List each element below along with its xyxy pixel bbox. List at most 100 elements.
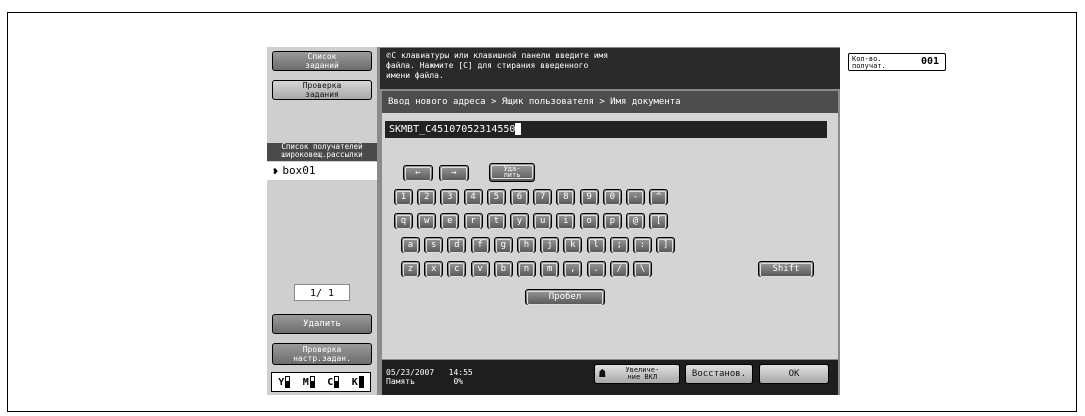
delete-button[interactable]: Удалить	[272, 314, 372, 334]
key-6-row4[interactable]: m	[540, 261, 560, 277]
shift-key[interactable]: Shift	[758, 261, 814, 277]
key-6-row4-label: m	[542, 263, 558, 277]
jobs-list-button[interactable]: Список заданий	[272, 51, 372, 71]
key-7-row3[interactable]: k	[563, 237, 583, 253]
key-9-row3[interactable]: ;	[609, 237, 629, 253]
key-6-row1-label: 7	[535, 191, 551, 205]
key-8-row4[interactable]: .	[586, 261, 606, 277]
key-1-row4-label: x	[426, 263, 442, 277]
key-11-row3[interactable]: ]	[656, 237, 676, 253]
key-3-row2[interactable]: r	[463, 213, 483, 229]
key-2-row1-label: 3	[442, 191, 458, 205]
check-settings-button[interactable]: Проверка настр.задан.	[272, 343, 372, 365]
key-3-row3[interactable]: f	[470, 237, 490, 253]
key-5-row2[interactable]: y	[510, 213, 529, 229]
text-cursor	[515, 123, 522, 135]
key-2-row1[interactable]: 3	[440, 189, 460, 205]
key-5-row3[interactable]: h	[517, 237, 536, 253]
toner-k: K	[352, 376, 364, 388]
key-0-row3-label: a	[403, 239, 418, 253]
key-7-row2[interactable]: i	[556, 213, 576, 229]
key-2-row2[interactable]: e	[440, 213, 460, 229]
key-6-row3[interactable]: j	[540, 237, 560, 253]
key-0-row1[interactable]: 1	[394, 189, 413, 205]
key-6-row2[interactable]: u	[533, 213, 553, 229]
key-10-row4-label: \	[635, 263, 650, 277]
delete-char-key[interactable]: Уда- лить	[489, 163, 535, 182]
key-8-row3[interactable]: l	[586, 237, 606, 253]
key-9-row4[interactable]: /	[609, 261, 629, 277]
key-0-row4[interactable]: z	[401, 261, 420, 277]
shift-key-label: Shift	[760, 263, 812, 277]
key-0-row2[interactable]: q	[394, 213, 413, 229]
key-10-row4[interactable]: \	[633, 261, 652, 277]
space-key-label: Пробел	[527, 291, 603, 305]
key-1-row4[interactable]: x	[424, 261, 444, 277]
key-7-row4[interactable]: ,	[563, 261, 583, 277]
key-4-row4-label: b	[495, 263, 511, 277]
key-3-row3-label: f	[472, 239, 488, 253]
left-sidebar: Список заданий Проверка задания Список п…	[267, 47, 377, 395]
key-3-row4-label: v	[472, 263, 488, 277]
filename-input[interactable]: SKMBT_C45107052314550	[385, 121, 827, 138]
key-7-row4-label: ,	[565, 263, 581, 277]
key-2-row4-label: c	[449, 263, 465, 277]
space-key[interactable]: Пробел	[525, 289, 605, 305]
key-11-row1[interactable]: ^	[649, 189, 669, 205]
key-7-row1[interactable]: 8	[556, 189, 576, 205]
memory-value: 0%	[453, 377, 464, 386]
key-9-row3-label: ;	[611, 239, 627, 253]
key-9-row1[interactable]: 0	[602, 189, 622, 205]
key-1-row2[interactable]: w	[417, 213, 437, 229]
cursor-right-key-label: →	[441, 167, 467, 181]
recipient-box-icon: ❥	[273, 167, 279, 177]
key-3-row1-label: 4	[465, 191, 481, 205]
job-check-button[interactable]: Проверка задания	[272, 80, 372, 100]
key-3-row4[interactable]: v	[470, 261, 490, 277]
key-3-row1[interactable]: 4	[463, 189, 483, 205]
key-10-row2[interactable]: @	[626, 213, 645, 229]
key-9-row2[interactable]: p	[602, 213, 622, 229]
key-10-row3-label: :	[635, 239, 650, 253]
key-6-row1[interactable]: 7	[533, 189, 553, 205]
recipient-list-item[interactable]: ❥ box01	[267, 162, 377, 180]
key-2-row4[interactable]: c	[447, 261, 467, 277]
toner-level-indicator: Y M C K	[271, 372, 371, 392]
key-8-row4-label: .	[588, 263, 604, 277]
key-4-row3[interactable]: g	[493, 237, 513, 253]
recipient-count-value: 001	[920, 56, 939, 67]
key-11-row2[interactable]: [	[649, 213, 669, 229]
key-7-row1-label: 8	[558, 191, 574, 205]
key-4-row2-label: t	[488, 215, 504, 229]
restore-button[interactable]: Восстанов.	[685, 364, 753, 384]
key-1-row3[interactable]: s	[424, 237, 444, 253]
cursor-right-key[interactable]: →	[439, 165, 469, 181]
zoom-button[interactable]: ☗ Увеличе- ние ВКЛ	[594, 364, 680, 384]
key-4-row4[interactable]: b	[493, 261, 513, 277]
status-bar: 05/23/2007 14:55 Память 0% ☗ Увеличе- ние…	[382, 360, 838, 395]
key-0-row3[interactable]: a	[401, 237, 420, 253]
ok-button[interactable]: OK	[759, 364, 829, 384]
key-10-row1[interactable]: -	[626, 189, 645, 205]
key-9-row1-label: 0	[604, 191, 620, 205]
key-10-row3[interactable]: :	[633, 237, 652, 253]
key-8-row2[interactable]: o	[579, 213, 599, 229]
recipients-header: Список получателей широковещ.рассылки	[267, 143, 377, 161]
toner-y: Y	[278, 376, 291, 388]
key-8-row1-label: 9	[581, 191, 597, 205]
key-1-row1[interactable]: 2	[417, 189, 437, 205]
key-4-row1[interactable]: 5	[486, 189, 506, 205]
key-2-row3[interactable]: d	[447, 237, 467, 253]
key-5-row1[interactable]: 6	[510, 189, 529, 205]
cursor-left-key-label: ←	[405, 167, 431, 181]
key-5-row4-label: n	[519, 263, 534, 277]
key-0-row1-label: 1	[396, 191, 411, 205]
key-4-row2[interactable]: t	[486, 213, 506, 229]
keyboard-area: SKMBT_C45107052314550 ← → Уда- лить 1 2 3 4 5 6 7…	[382, 113, 838, 359]
key-7-row2-label: i	[558, 215, 574, 229]
memory-label: Память	[386, 377, 415, 386]
date-time-memory: 05/23/2007 14:55 Память 0%	[386, 368, 473, 386]
key-5-row4[interactable]: n	[517, 261, 536, 277]
key-8-row1[interactable]: 9	[579, 189, 599, 205]
cursor-left-key[interactable]: ←	[403, 165, 433, 181]
